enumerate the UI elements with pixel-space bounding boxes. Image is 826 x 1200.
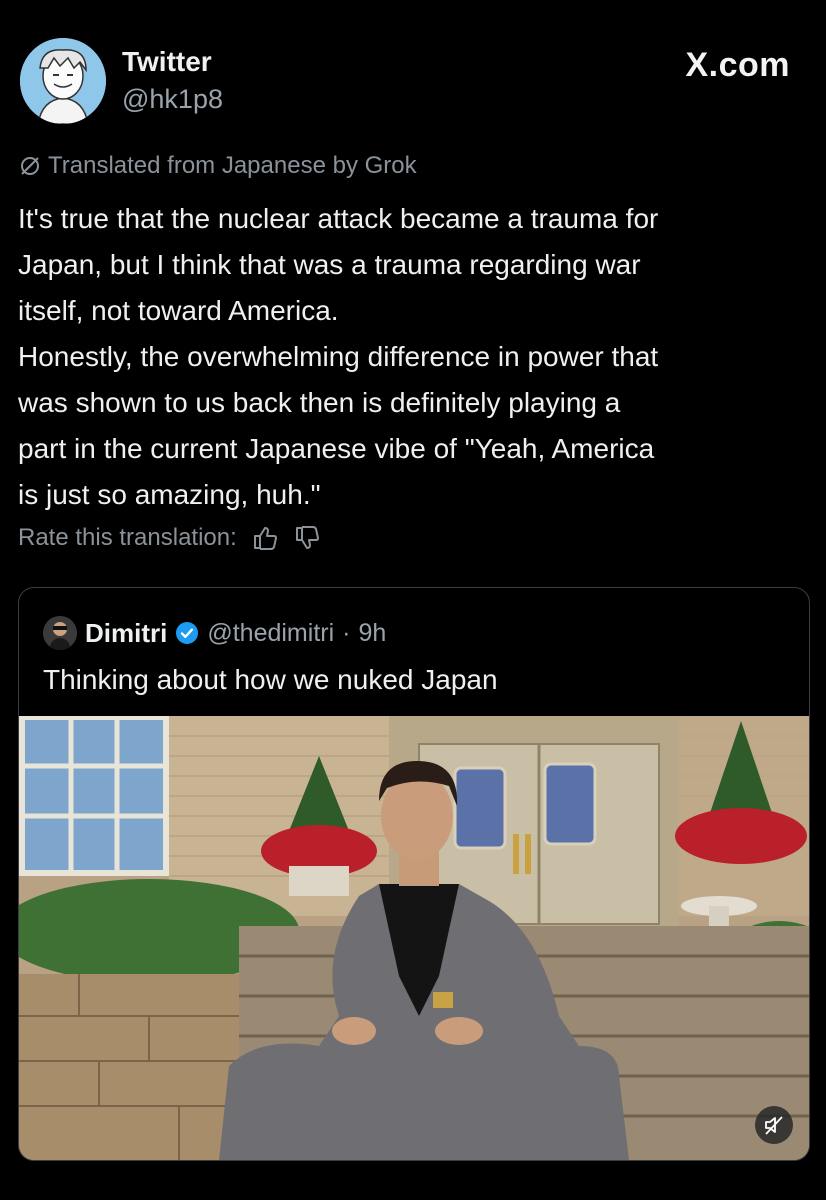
thumbs-down-icon[interactable] <box>293 524 321 552</box>
anime-avatar-image <box>20 38 106 124</box>
verified-badge-icon <box>176 622 199 644</box>
rate-label: Rate this translation: <box>18 524 237 551</box>
rate-translation: Rate this translation: <box>18 524 321 552</box>
author-handle[interactable]: @hk1p8 <box>122 84 223 115</box>
slashed-circle-icon <box>21 157 39 175</box>
quote-header: Dimitri @thedimitri · 9h <box>43 616 386 650</box>
quote-author-avatar[interactable] <box>43 616 77 650</box>
translation-label: Translated from Japanese by Grok <box>48 152 417 179</box>
translation-note: Translated from Japanese by Grok <box>18 152 417 180</box>
quote-text: Thinking about how we nuked Japan <box>43 664 498 695</box>
video-still-image <box>19 716 809 1160</box>
mute-icon <box>765 1116 783 1135</box>
quoted-post[interactable]: Dimitri @thedimitri · 9h Thinking about … <box>18 587 810 1161</box>
separator-dot: · <box>342 618 351 647</box>
author-avatar[interactable] <box>20 38 106 124</box>
post-text: It's true that the nuclear attack became… <box>18 203 659 510</box>
quote-author-name[interactable]: Dimitri <box>85 618 167 649</box>
mute-button[interactable] <box>755 1106 793 1144</box>
quote-media-video[interactable] <box>19 716 809 1160</box>
author-name[interactable]: Twitter <box>122 46 212 78</box>
post-time[interactable]: 9h <box>358 619 386 648</box>
thumbs-up-icon[interactable] <box>251 524 279 552</box>
person-avatar-image <box>43 616 77 650</box>
quote-author-handle[interactable]: @thedimitri <box>207 619 334 648</box>
brand-label: X.com <box>685 46 790 84</box>
